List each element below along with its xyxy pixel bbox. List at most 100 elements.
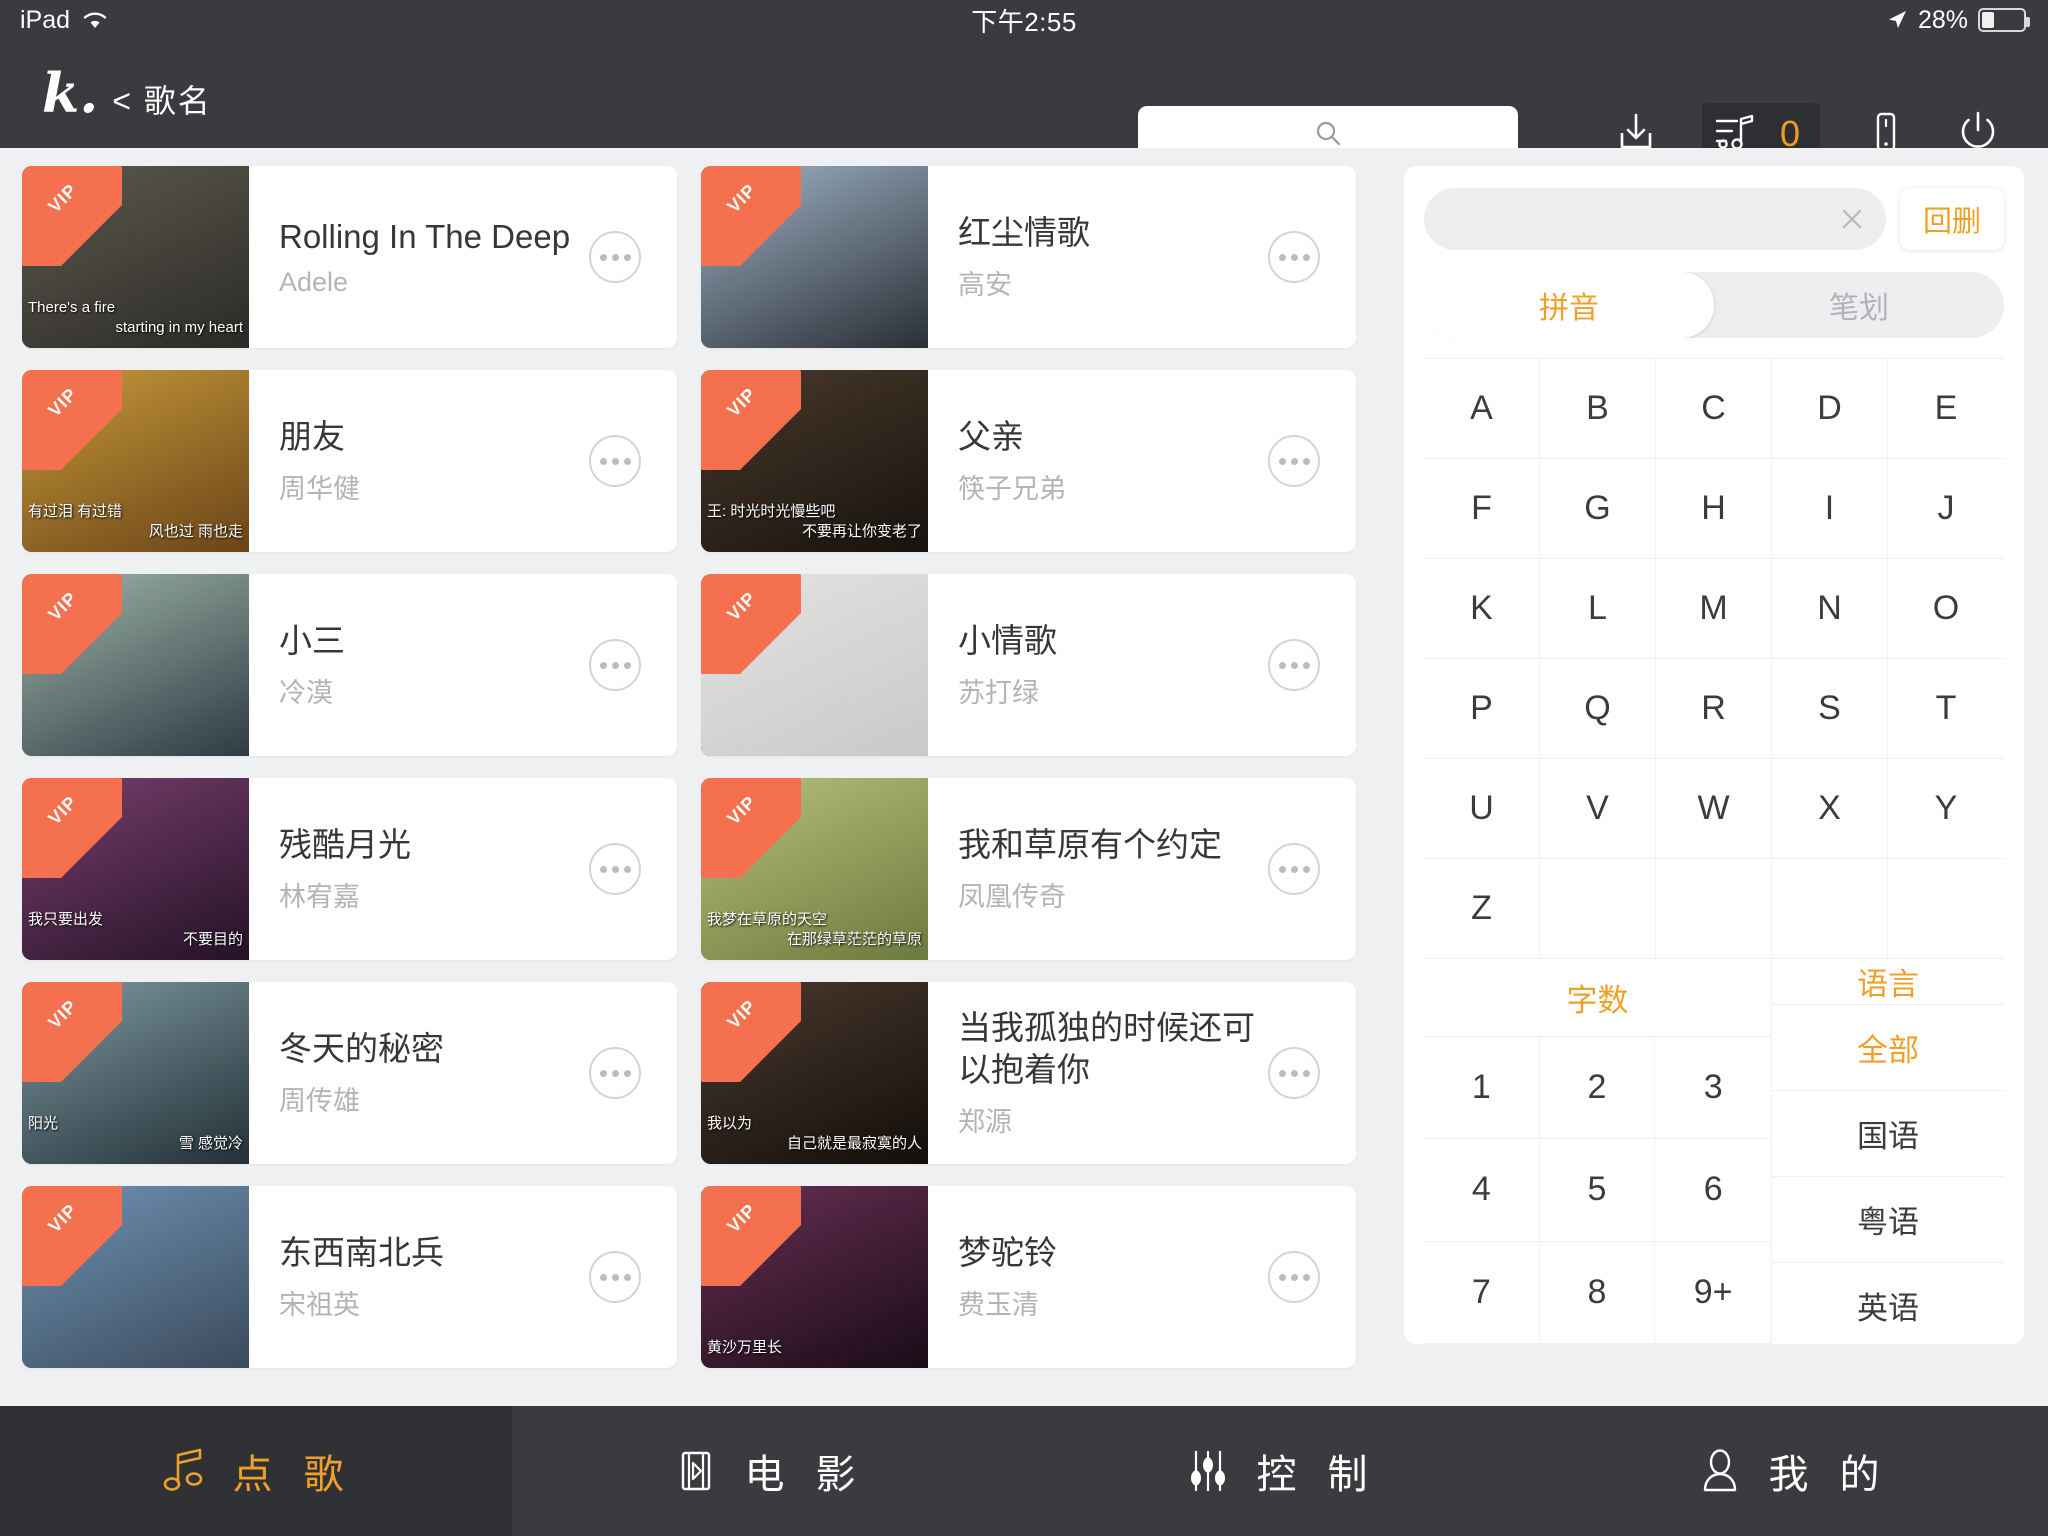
song-more-button[interactable] [1268, 843, 1320, 895]
keyboard-input-row: 回删 [1424, 188, 2004, 250]
close-x-icon[interactable] [1830, 197, 1874, 241]
song-artist: 高安 [958, 269, 1012, 300]
keyboard-key-s[interactable]: S [1772, 659, 1888, 759]
keyboard-key-a[interactable]: A [1424, 359, 1540, 459]
song-more-button[interactable] [589, 435, 641, 487]
nav-item-2[interactable]: 电 影 [512, 1406, 1024, 1536]
song-card[interactable]: VIP 王: 时光时光慢些吧 不要再让你变老了 父亲 筷子兄弟 [701, 370, 1356, 552]
keyboard-key-h[interactable]: H [1656, 459, 1772, 559]
word-count-key-1[interactable]: 1 [1424, 1037, 1540, 1140]
song-card[interactable]: VIP There's a fire starting in my heart … [22, 166, 677, 348]
thumbnail-subtitle: There's a fire starting in my heart [28, 298, 243, 339]
subtitle-line-1: 阳光 [28, 1114, 59, 1132]
keyboard-key-u[interactable]: U [1424, 759, 1540, 859]
breadcrumb[interactable]: k. < 歌名 [42, 66, 212, 122]
nav-item-1[interactable]: 点 歌 [0, 1406, 512, 1536]
keyboard-key-j[interactable]: J [1888, 459, 2004, 559]
song-more-button[interactable] [589, 1047, 641, 1099]
keyboard-key-i[interactable]: I [1772, 459, 1888, 559]
tab-strokes[interactable]: 笔划 [1714, 272, 2004, 338]
word-count-key-3[interactable]: 3 [1655, 1037, 1771, 1140]
song-card[interactable]: VIP 东西南北兵 宋祖英 [22, 1186, 677, 1368]
word-count-key-8[interactable]: 8 [1539, 1241, 1656, 1344]
keyboard-key-d[interactable]: D [1772, 359, 1888, 459]
language-option[interactable]: 国语 [1772, 1091, 2004, 1177]
song-title: 残酷月光 [279, 826, 411, 864]
word-count-key-9plus[interactable]: 9+ [1655, 1242, 1771, 1344]
keyboard-key-p[interactable]: P [1424, 659, 1540, 759]
song-card[interactable]: VIP 小情歌 苏打绿 [701, 574, 1356, 756]
word-count-key-5[interactable]: 5 [1539, 1139, 1656, 1242]
song-card[interactable]: VIP 我以为 自己就是最寂寞的人 当我孤独的时候还可以抱着你 郑源 [701, 982, 1356, 1164]
language-option[interactable]: 全部 [1772, 1005, 2004, 1091]
backspace-button[interactable]: 回删 [1900, 188, 2004, 250]
keyboard-key-r[interactable]: R [1656, 659, 1772, 759]
song-more-button[interactable] [1268, 1251, 1320, 1303]
song-thumbnail: VIP 我以为 自己就是最寂寞的人 [701, 982, 928, 1164]
status-bar-right: 28% [1886, 5, 2030, 35]
keyboard-key-m[interactable]: M [1656, 559, 1772, 659]
word-count-filter: 字数 1 2 3 4 5 6 7 8 9+ [1424, 959, 1772, 1344]
word-count-key-2[interactable]: 2 [1539, 1037, 1656, 1140]
thumbnail-subtitle: 阳光 雪 感觉冷 [28, 1114, 243, 1155]
keyboard-key-v[interactable]: V [1540, 759, 1656, 859]
song-more-button[interactable] [589, 1251, 641, 1303]
pinyin-input[interactable] [1424, 203, 1830, 235]
song-more-button[interactable] [1268, 1047, 1320, 1099]
language-option[interactable]: 粤语 [1772, 1177, 2004, 1263]
keyboard-input-field[interactable] [1424, 188, 1886, 250]
subtitle-line-1: 王: 时光时光慢些吧 [707, 502, 836, 520]
keyboard-key-n[interactable]: N [1772, 559, 1888, 659]
song-card[interactable]: VIP 阳光 雪 感觉冷 冬天的秘密 周传雄 [22, 982, 677, 1164]
battery-percent: 28% [1917, 5, 1968, 34]
keyboard-key-z[interactable]: Z [1424, 859, 1540, 959]
number-keypad: 1 2 3 4 5 6 7 8 9+ [1424, 1037, 1771, 1344]
keyboard-key-x[interactable]: X [1772, 759, 1888, 859]
song-more-button[interactable] [589, 639, 641, 691]
song-card[interactable]: VIP 红尘情歌 高安 [701, 166, 1356, 348]
song-more-button[interactable] [1268, 435, 1320, 487]
tab-pinyin[interactable]: 拼音 [1424, 272, 1714, 338]
song-card[interactable]: VIP 我只要出发 不要目的 残酷月光 林宥嘉 [22, 778, 677, 960]
song-more-button[interactable] [1268, 639, 1320, 691]
song-artist: 费玉清 [958, 1289, 1039, 1320]
song-card[interactable]: VIP 有过泪 有过错 风也过 雨也走 朋友 周华健 [22, 370, 677, 552]
keyboard-key-b[interactable]: B [1540, 359, 1656, 459]
keyboard-key-t[interactable]: T [1888, 659, 2004, 759]
song-thumbnail: VIP [22, 1186, 249, 1368]
subtitle-line-2: 雪 感觉冷 [178, 1134, 243, 1152]
keyboard-key-o[interactable]: O [1888, 559, 2004, 659]
song-artist: 筷子兄弟 [958, 473, 1066, 504]
nav-item-4[interactable]: 我 的 [1536, 1406, 2048, 1536]
subtitle-line-1: There's a fire [28, 298, 116, 316]
keyboard-key-c[interactable]: C [1656, 359, 1772, 459]
song-more-button[interactable] [589, 843, 641, 895]
song-card[interactable]: VIP 我梦在草原的天空 在那绿草茫茫的草原 我和草原有个约定 凤凰传奇 [701, 778, 1356, 960]
word-count-key-7[interactable]: 7 [1424, 1241, 1540, 1344]
word-count-key-6[interactable]: 6 [1655, 1139, 1771, 1242]
song-card[interactable]: VIP 小三 冷漠 [22, 574, 677, 756]
keyboard-key-l[interactable]: L [1540, 559, 1656, 659]
language-options: 全部 国语 粤语 英语 [1772, 1005, 2004, 1344]
word-count-key-4[interactable]: 4 [1424, 1139, 1540, 1242]
song-card[interactable]: VIP 黄沙万里长 梦驼铃 费玉清 [701, 1186, 1356, 1368]
word-count-header: 字数 [1424, 959, 1771, 1037]
thumbnail-subtitle: 我只要出发 不要目的 [28, 910, 243, 951]
keyboard-key-e[interactable]: E [1888, 359, 2004, 459]
song-thumbnail: VIP There's a fire starting in my heart [22, 166, 249, 348]
song-title: 冬天的秘密 [279, 1030, 444, 1068]
song-thumbnail: VIP 阳光 雪 感觉冷 [22, 982, 249, 1164]
back-to-song-name[interactable]: < 歌名 [112, 76, 212, 122]
keyboard-key-f[interactable]: F [1424, 459, 1540, 559]
nav-item-3[interactable]: 控 制 [1024, 1406, 1536, 1536]
song-more-button[interactable] [589, 231, 641, 283]
keyboard-key-y[interactable]: Y [1888, 759, 2004, 859]
keyboard-key-g[interactable]: G [1540, 459, 1656, 559]
song-thumbnail: VIP [22, 574, 249, 756]
keyboard-key-q[interactable]: Q [1540, 659, 1656, 759]
keyboard-key-k[interactable]: K [1424, 559, 1540, 659]
input-mode-tabs: 拼音 笔划 [1424, 272, 2004, 338]
keyboard-key-w[interactable]: W [1656, 759, 1772, 859]
language-option[interactable]: 英语 [1772, 1263, 2004, 1344]
song-more-button[interactable] [1268, 231, 1320, 283]
